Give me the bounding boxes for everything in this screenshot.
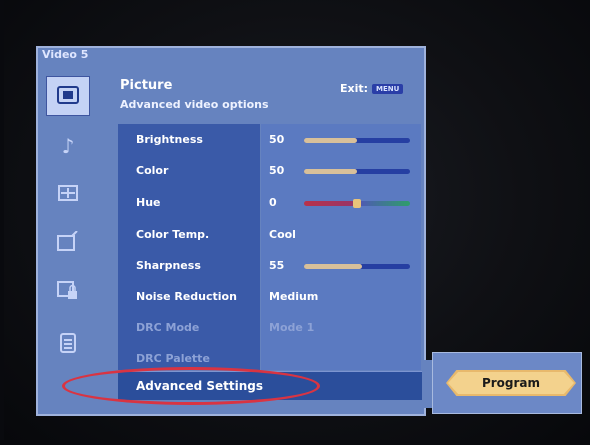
- slider-knob[interactable]: [353, 199, 361, 208]
- row-value: Cool: [269, 228, 296, 241]
- row-label: Color: [136, 164, 169, 177]
- exit-label: Exit:: [340, 82, 369, 95]
- picture-icon: [57, 85, 79, 107]
- row-value: Medium: [269, 290, 319, 303]
- sidebar-item-sound[interactable]: ♪: [50, 130, 86, 162]
- hue-slider[interactable]: [304, 199, 410, 208]
- color-slider[interactable]: [304, 169, 410, 174]
- row-label: Color Temp.: [136, 228, 210, 241]
- row-value: 50: [269, 164, 285, 177]
- page-subtitle: Advanced video options: [120, 98, 269, 111]
- row-value: 0: [269, 196, 277, 209]
- annotation-circle: [62, 367, 320, 405]
- slider-fill: [304, 264, 363, 269]
- row-value: 55: [269, 259, 285, 272]
- list-icon: [60, 332, 76, 356]
- screen-grid-icon: [58, 184, 78, 204]
- row-label: Noise Reduction: [136, 290, 237, 303]
- music-note-icon: ♪: [61, 134, 75, 158]
- source-label: Video 5: [42, 48, 89, 61]
- row-label: Sharpness: [136, 259, 201, 272]
- row-label: DRC Palette: [136, 352, 210, 365]
- parental-lock-icon: [57, 280, 79, 304]
- menu-key-icon: MENU: [372, 83, 404, 94]
- sharpness-slider[interactable]: [304, 264, 410, 269]
- program-button-label: Program: [481, 376, 541, 390]
- row-value: Mode 1: [269, 321, 315, 334]
- sidebar-item-setup[interactable]: [50, 328, 86, 360]
- slider-fill: [304, 138, 357, 143]
- sidebar: ♪: [40, 70, 110, 400]
- row-value: 50: [269, 133, 285, 146]
- row-label: Hue: [136, 196, 161, 209]
- exit-hint: Exit: MENU: [340, 82, 404, 95]
- program-button[interactable]: Program: [446, 370, 576, 396]
- slider-fill: [304, 169, 357, 174]
- tv-antenna-icon: [57, 229, 79, 254]
- sidebar-item-channels[interactable]: [50, 226, 86, 258]
- row-label: Brightness: [136, 133, 203, 146]
- sidebar-item-screen[interactable]: [50, 178, 86, 210]
- brightness-slider[interactable]: [304, 138, 410, 143]
- page-title: Picture: [120, 78, 173, 93]
- sidebar-item-lock[interactable]: [50, 276, 86, 308]
- sidebar-item-picture[interactable]: [46, 76, 90, 116]
- row-label: DRC Mode: [136, 321, 200, 334]
